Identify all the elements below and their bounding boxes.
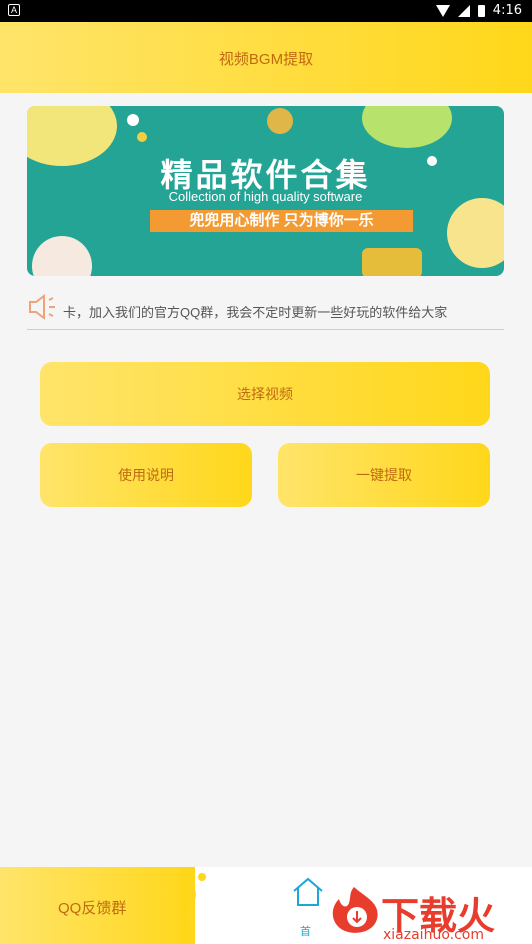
extract-button[interactable]: 一键提取 <box>278 443 490 507</box>
instructions-button[interactable]: 使用说明 <box>40 443 252 507</box>
trophy-icon <box>362 248 422 276</box>
decor-shape <box>447 198 504 268</box>
watermark: 下载火 xiazaihuo.com <box>315 869 530 944</box>
page-title: 视频BGM提取 <box>218 51 314 68</box>
watermark-url: xiazaihuo.com <box>383 927 484 943</box>
notice-marquee: 卡，加入我们的官方QQ群，我会不定时更新一些好玩的软件给大家 <box>27 288 504 330</box>
decor-dot <box>127 114 139 126</box>
decor-dot <box>137 132 147 142</box>
status-time: 4:16 <box>492 3 522 18</box>
notice-text: 卡，加入我们的官方QQ群，我会不定时更新一些好玩的软件给大家 <box>63 305 448 320</box>
decor-shape <box>362 106 452 148</box>
wave-decor <box>180 867 206 944</box>
home-tab-label[interactable]: 首 <box>300 923 311 939</box>
app-notification-icon: A <box>8 4 20 16</box>
signal-icon <box>457 4 470 17</box>
feedback-group-tab[interactable]: QQ反馈群 <box>0 867 195 944</box>
status-bar: A 4:16 <box>0 0 532 22</box>
select-video-button[interactable]: 选择视频 <box>40 362 490 426</box>
speaker-icon <box>29 294 55 320</box>
medal-icon <box>267 108 293 134</box>
battery-icon <box>477 4 485 17</box>
banner-slogan: 兜兜用心制作 只为博你一乐 <box>150 210 413 232</box>
promo-banner[interactable]: 精品软件合集 Collection of high quality softwa… <box>27 106 504 276</box>
wifi-icon <box>435 4 450 17</box>
app-header: 视频BGM提取 <box>0 22 532 93</box>
flame-logo-icon <box>332 887 378 933</box>
banner-subtitle: Collection of high quality software <box>168 189 363 204</box>
soccer-ball-icon <box>32 236 92 276</box>
bottom-nav: QQ反馈群 首 下载火 xiazaihuo.com <box>0 867 532 944</box>
feedback-group-label: QQ反馈群 <box>58 900 127 917</box>
